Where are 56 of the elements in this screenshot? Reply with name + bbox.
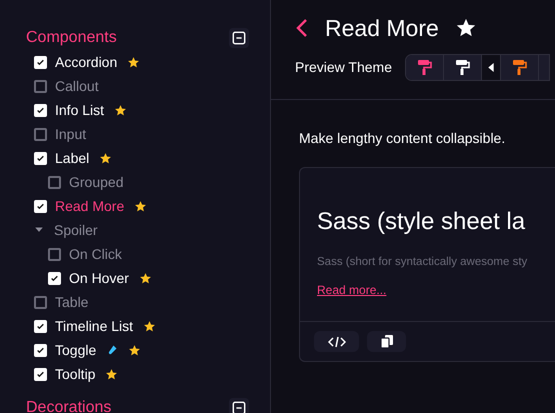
checkbox[interactable] [34,104,47,116]
sidebar-item[interactable]: Toggle [55,340,96,360]
copy-icon [380,335,392,348]
favorite-button[interactable] [454,17,477,39]
sidebar-item[interactable]: On Click [69,244,122,264]
sidebar-item[interactable]: Label [55,148,90,168]
demo-text: Sass (short for syntactically awesome sty [317,255,528,270]
sidebar-item[interactable]: Spoiler [54,220,98,240]
section-title: Decorations [26,398,112,413]
checkbox[interactable] [48,248,61,260]
check-icon [36,202,45,210]
check-icon [36,346,45,354]
check-icon [36,322,45,330]
section-title: Components [26,28,117,48]
copy-button[interactable] [367,331,406,352]
sidebar-item[interactable]: Tooltip [55,364,96,384]
checkbox[interactable] [48,176,61,188]
sidebar-item[interactable]: Info List [55,100,104,120]
sidebar-item[interactable]: Timeline List [55,316,134,336]
demo-heading: Sass (style sheet la [317,207,526,237]
chevron-left-icon [295,18,309,38]
code-icon [328,336,346,348]
collapse-button[interactable] [229,398,249,413]
back-button[interactable] [295,18,309,38]
checkbox[interactable] [48,272,61,284]
check-icon [36,58,45,66]
caret-left-icon [488,63,494,72]
collapse-icon [232,31,246,45]
sidebar-item[interactable]: Accordion [55,52,118,72]
read-more-link[interactable]: Read more... [317,281,386,300]
checkbox[interactable] [34,200,47,212]
star-icon [454,17,477,39]
page-title: Read More [325,14,439,43]
checkbox[interactable] [34,368,47,380]
checkbox[interactable] [34,320,47,332]
collapse-button[interactable] [229,28,249,48]
code-button[interactable] [314,331,359,352]
checkbox[interactable] [34,80,47,92]
checkbox[interactable] [34,344,47,356]
check-icon [36,370,45,378]
checkbox[interactable] [34,56,47,68]
sidebar-item[interactable]: Input [55,124,86,144]
checkbox[interactable] [34,128,47,140]
check-icon [36,106,45,114]
sidebar-item[interactable]: Callout [55,76,99,96]
sidebar-item[interactable]: Read More [55,196,124,216]
check-icon [36,154,45,162]
check-icon [50,274,59,282]
sidebar-item[interactable]: On Hover [69,268,129,288]
sidebar-item[interactable]: Table [55,292,88,312]
checkbox[interactable] [34,296,47,308]
checkbox[interactable] [34,152,47,164]
description-text: Make lengthy content collapsible. [299,129,506,148]
collapse-icon [232,401,246,413]
preview-theme-label: Preview Theme [295,58,392,77]
sidebar-item[interactable]: Grouped [69,172,124,192]
